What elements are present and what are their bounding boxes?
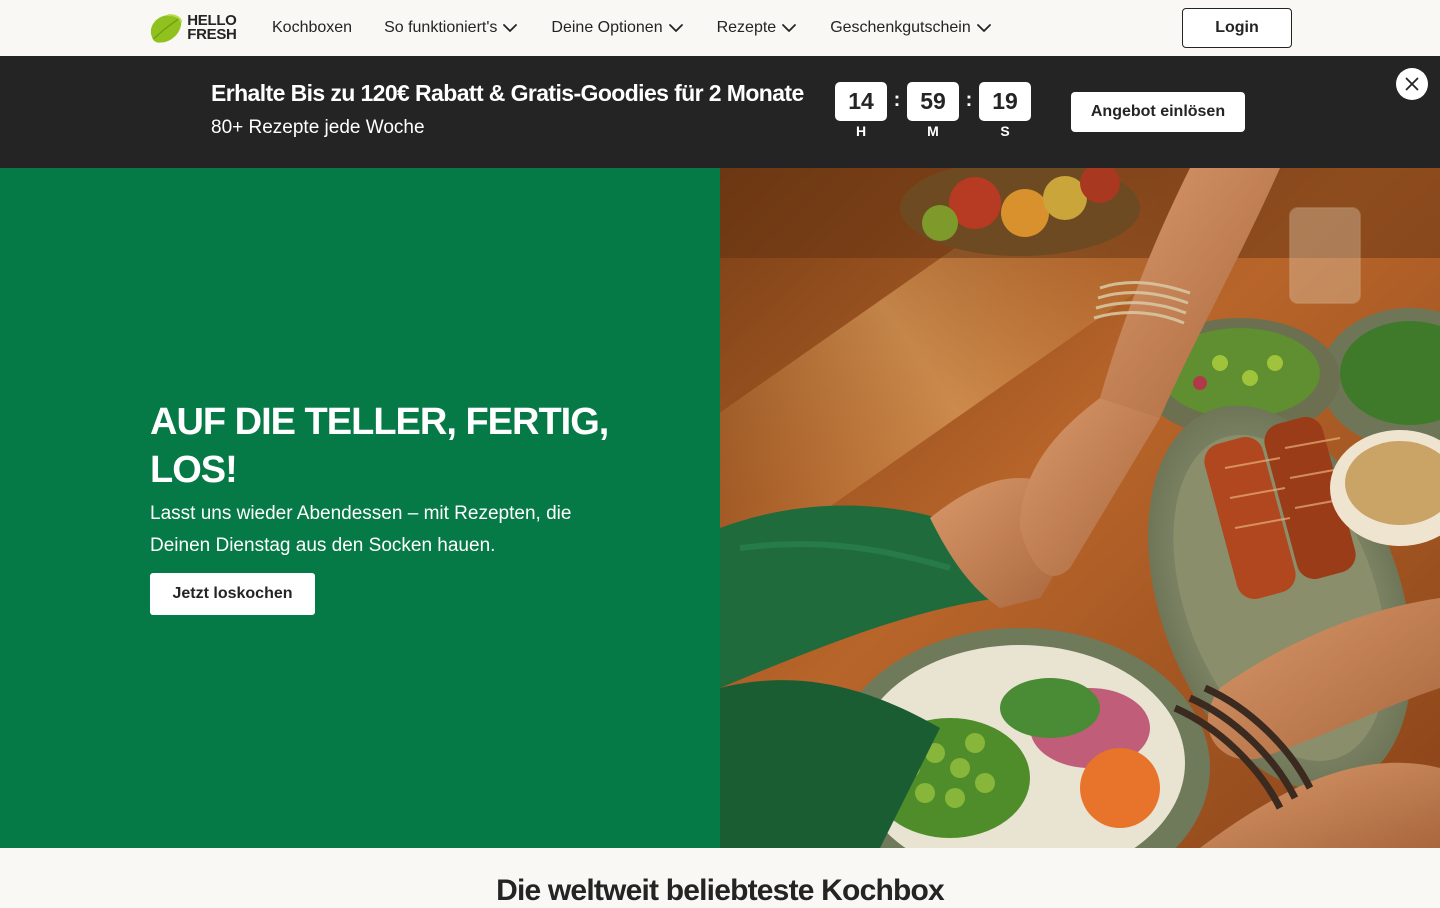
countdown-hours: 14 H (835, 82, 887, 139)
nav-item-kochboxen[interactable]: Kochboxen (272, 19, 352, 37)
chevron-down-icon (976, 24, 991, 32)
hero-subtitle: Lasst uns wieder Abendessen – mit Rezept… (150, 503, 572, 556)
close-icon (1405, 77, 1419, 91)
hellofresh-logo[interactable]: HELLO FRESH (148, 12, 242, 44)
countdown-separator: : (893, 89, 901, 111)
nav-item-so-funktionierts[interactable]: So funktioniert's (384, 19, 519, 37)
chevron-down-icon (503, 24, 518, 32)
countdown-seconds: 19 S (979, 82, 1031, 139)
chevron-down-icon (782, 24, 797, 32)
close-banner-button[interactable] (1396, 68, 1428, 100)
main-menu: Kochboxen So funktioniert's Deine Option… (272, 0, 1025, 56)
lime-logo-icon (150, 13, 183, 43)
nav-item-label: Kochboxen (272, 19, 353, 36)
countdown-minutes: 59 M (907, 82, 959, 139)
hero-section: Auf die Teller, fertig, los! Lasst uns w… (0, 168, 1440, 848)
nav-item-label: Deine Optionen (551, 19, 663, 36)
promo-subtitle: 80+ Rezepte jede Woche (211, 117, 425, 138)
dinner-table-illustration (720, 168, 1440, 848)
chevron-down-icon (668, 24, 683, 32)
nav-item-geschenkgutschein[interactable]: Geschenkgutschein (830, 19, 993, 37)
nav-item-rezepte[interactable]: Rezepte (717, 19, 799, 37)
logo-word-fresh: FRESH (187, 26, 237, 43)
section-heading: Die weltweit beliebteste Kochbox (496, 874, 945, 907)
top-navigation: HELLO FRESH Kochboxen So funktioniert's … (0, 0, 1440, 56)
countdown-hours-label: H (855, 123, 867, 139)
login-button[interactable]: Login (1182, 8, 1292, 48)
countdown-minutes-label: M (927, 123, 939, 139)
nav-item-label: Rezepte (716, 19, 777, 36)
countdown-hours-value: 14 (835, 82, 887, 121)
hero-text-panel: Auf die Teller, fertig, los! Lasst uns w… (0, 168, 720, 848)
countdown-separator: : (965, 89, 973, 111)
nav-item-label: Geschenkgutschein (830, 19, 971, 36)
start-cooking-button[interactable]: Jetzt loskochen (150, 573, 315, 615)
promo-title: Erhalte Bis zu 120€ Rabatt & Gratis-Good… (211, 80, 804, 106)
logo-wordmark: HELLO FRESH (187, 13, 242, 43)
hero-title: Auf die Teller, fertig, los! (150, 401, 609, 491)
countdown-seconds-label: S (1000, 123, 1010, 139)
promo-banner: Erhalte Bis zu 120€ Rabatt & Gratis-Good… (0, 56, 1440, 168)
nav-item-deine-optionen[interactable]: Deine Optionen (551, 19, 684, 37)
redeem-offer-button[interactable]: Angebot einlösen (1071, 92, 1245, 132)
hero-food-image (720, 168, 1440, 848)
nav-item-label: So funktioniert's (384, 19, 498, 36)
countdown-seconds-value: 19 (979, 82, 1031, 121)
countdown-minutes-value: 59 (907, 82, 959, 121)
countdown-timer: 14 H : 59 M : 19 S (835, 82, 1031, 139)
